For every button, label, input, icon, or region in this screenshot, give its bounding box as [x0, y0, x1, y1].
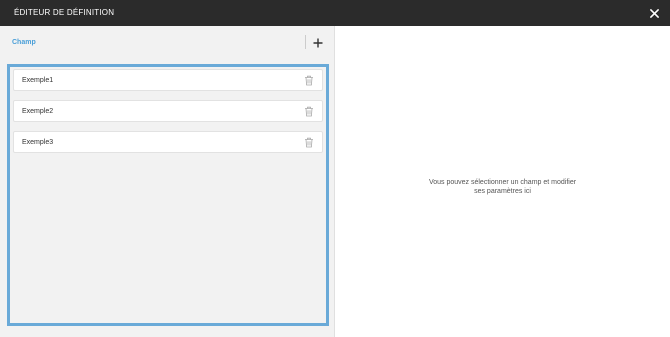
fields-list: Exemple1 Exemple2 Exemple3	[7, 64, 329, 326]
trash-icon[interactable]	[304, 137, 314, 148]
close-icon	[649, 8, 659, 18]
dialog-title: ÉDITEUR DE DÉFINITION	[14, 8, 115, 17]
add-field-button[interactable]	[311, 36, 325, 50]
hint-line-2: ses paramètres ici	[474, 188, 531, 195]
plus-icon	[313, 38, 323, 48]
fields-panel: Champ Exemple1 Exemple2 Exemple3	[0, 26, 335, 337]
trash-icon[interactable]	[304, 75, 314, 86]
close-button[interactable]	[646, 5, 662, 21]
empty-state-hint: Vous pouvez sélectionner un champ et mod…	[335, 178, 670, 196]
fields-label: Champ	[12, 39, 36, 46]
hint-line-1: Vous pouvez sélectionner un champ et mod…	[428, 179, 577, 186]
field-name: Exemple2	[22, 108, 54, 115]
trash-icon[interactable]	[304, 106, 314, 117]
toolbar-divider	[305, 35, 306, 49]
field-name: Exemple3	[22, 139, 54, 146]
dialog-header: ÉDITEUR DE DÉFINITION	[0, 0, 670, 26]
field-item-3[interactable]: Exemple3	[13, 131, 323, 153]
field-item-1[interactable]: Exemple1	[13, 69, 323, 91]
field-name: Exemple1	[22, 77, 54, 84]
field-item-2[interactable]: Exemple2	[13, 100, 323, 122]
field-settings-panel: Vous pouvez sélectionner un champ et mod…	[335, 26, 670, 337]
